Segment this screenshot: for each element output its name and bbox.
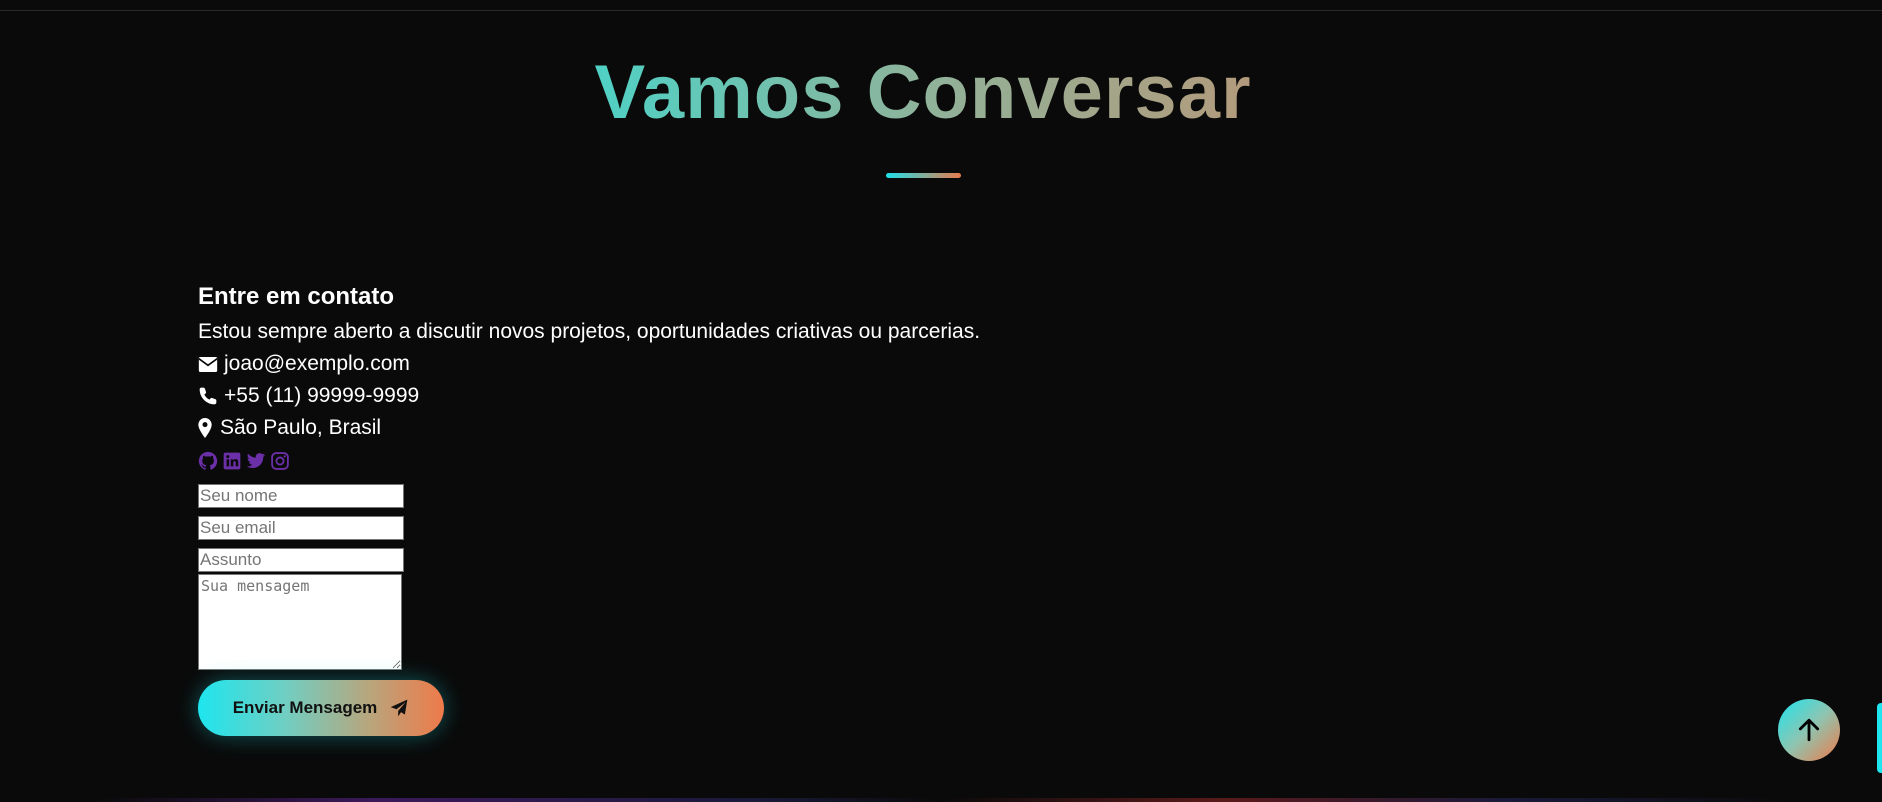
name-input[interactable] xyxy=(198,484,404,508)
instagram-icon[interactable] xyxy=(270,451,290,471)
location-info: São Paulo, Brasil xyxy=(198,412,980,444)
phone-info: +55 (11) 99999-9999 xyxy=(198,380,980,412)
subject-input[interactable] xyxy=(198,548,404,572)
title-underline xyxy=(886,173,961,178)
paper-plane-icon xyxy=(390,699,408,717)
phone-icon xyxy=(198,386,220,406)
social-links xyxy=(198,450,980,472)
map-pin-icon xyxy=(198,418,216,438)
message-textarea[interactable] xyxy=(198,574,402,670)
envelope-icon xyxy=(198,354,220,374)
contact-form: Enviar Mensagem xyxy=(198,484,980,736)
scroll-to-top-button[interactable] xyxy=(1778,699,1840,761)
top-divider xyxy=(0,10,1882,11)
email-input[interactable] xyxy=(198,516,404,540)
send-message-button[interactable]: Enviar Mensagem xyxy=(198,680,444,736)
linkedin-icon[interactable] xyxy=(222,451,242,471)
email-text[interactable]: joao@exemplo.com xyxy=(224,348,410,380)
arrow-up-icon xyxy=(1798,718,1820,742)
section-title: Vamos Conversar xyxy=(594,50,1252,135)
send-button-label: Enviar Mensagem xyxy=(232,698,378,717)
github-icon[interactable] xyxy=(198,451,218,471)
phone-text[interactable]: +55 (11) 99999-9999 xyxy=(224,380,419,412)
contact-section: Entre em contato Estou sempre aberto a d… xyxy=(198,282,980,736)
location-text: São Paulo, Brasil xyxy=(220,416,382,439)
contact-heading: Entre em contato xyxy=(198,283,395,310)
twitter-icon[interactable] xyxy=(246,451,266,471)
bottom-glow-strip xyxy=(0,798,1882,802)
contact-description: Estou sempre aberto a discutir novos pro… xyxy=(198,320,981,343)
email-info: joao@exemplo.com xyxy=(198,348,980,380)
side-edge-tab[interactable] xyxy=(1877,703,1882,773)
